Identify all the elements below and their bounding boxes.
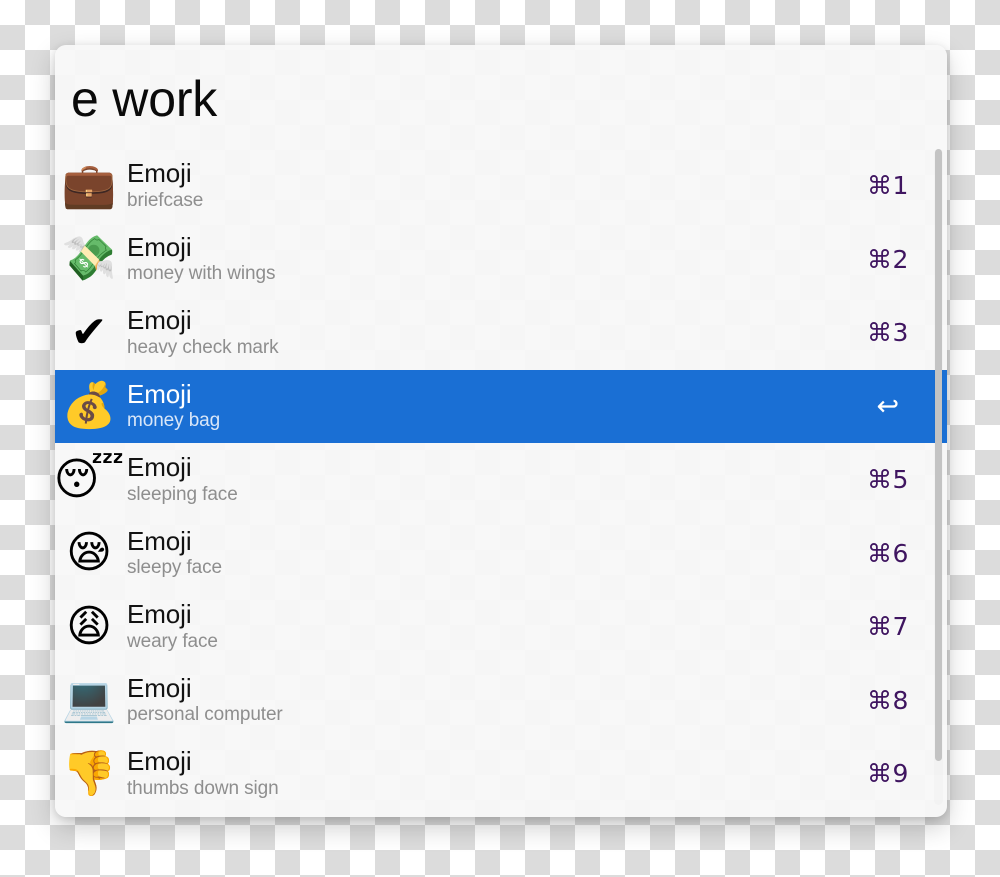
result-row[interactable]: 💸 Emoji money with wings ⌘2 — [55, 223, 947, 297]
briefcase-emoji: 💼 — [61, 159, 117, 211]
result-title: Emoji — [127, 305, 192, 336]
result-row[interactable]: 😴 Emoji sleeping face ⌘5 — [55, 443, 947, 517]
query-input[interactable]: e work — [71, 74, 217, 124]
scrollbar-track[interactable] — [934, 149, 943, 805]
result-title: Emoji — [127, 378, 192, 409]
sleeping-face-emoji: 😴 — [55, 453, 125, 505]
result-title: Emoji — [127, 525, 192, 556]
command-shortcut-hint: ⌘8 — [867, 685, 909, 715]
result-subtitle: sleeping face — [127, 483, 238, 505]
heavy-check-mark-emoji: ✔ — [70, 306, 108, 358]
money-with-wings-emoji: 💸 — [61, 233, 117, 285]
result-text: Emoji money bag — [115, 380, 829, 433]
command-shortcut-hint: ⌘2 — [867, 244, 909, 274]
result-row[interactable]: 😩 Emoji weary face ⌘7 — [55, 590, 947, 664]
result-subtitle: money bag — [127, 410, 221, 432]
result-subtitle: weary face — [127, 630, 218, 652]
result-title: Emoji — [127, 231, 192, 262]
command-shortcut-hint: ⌘9 — [867, 759, 909, 789]
money-bag-emoji: 💰 — [61, 380, 117, 432]
sleepy-face-emoji: 😪 — [66, 527, 112, 579]
command-shortcut-hint: ⌘1 — [867, 171, 909, 201]
result-subtitle: thumbs down sign — [127, 777, 279, 799]
command-shortcut-hint: ⌘3 — [867, 318, 909, 348]
result-text: Emoji personal computer — [115, 674, 829, 727]
thumbs-down-sign-emoji: 👎 — [61, 747, 117, 799]
scrollbar-thumb[interactable] — [935, 149, 942, 761]
result-subtitle: sleepy face — [127, 557, 223, 579]
results-list: 💼 Emoji briefcase ⌘1 💸 Emoji money with wings ⌘… — [55, 149, 947, 817]
result-title: Emoji — [127, 599, 192, 630]
result-title: Emoji — [127, 452, 192, 483]
result-text: Emoji heavy check mark — [115, 306, 829, 359]
result-subtitle: heavy check mark — [127, 336, 279, 358]
result-row[interactable]: 💻 Emoji personal computer ⌘8 — [55, 664, 947, 738]
result-title: Emoji — [127, 672, 192, 703]
return-key-hint: ↩ — [876, 390, 900, 422]
result-text: Emoji sleeping face — [115, 453, 829, 506]
result-row[interactable]: 💰 Emoji money bag ↩ — [55, 369, 947, 443]
result-title: Emoji — [127, 746, 192, 777]
result-text: Emoji money with wings — [115, 233, 829, 286]
result-subtitle: money with wings — [127, 263, 276, 285]
result-subtitle: briefcase — [127, 189, 204, 211]
result-row[interactable]: ✔ Emoji heavy check mark ⌘3 — [55, 296, 947, 370]
command-shortcut-hint: ⌘5 — [867, 465, 909, 495]
result-text: Emoji weary face — [115, 600, 829, 653]
personal-computer-emoji: 💻 — [61, 674, 117, 726]
result-row[interactable]: 💼 Emoji briefcase ⌘1 — [55, 149, 947, 223]
command-shortcut-hint: ⌘7 — [867, 612, 909, 642]
launcher-panel: e work 💼 Emoji briefcase ⌘1 💸 Emoji money with… — [55, 45, 947, 817]
result-row[interactable]: 😪 Emoji sleepy face ⌘6 — [55, 517, 947, 591]
result-subtitle: personal computer — [127, 704, 283, 726]
weary-face-emoji: 😩 — [66, 600, 112, 652]
result-text: Emoji thumbs down sign — [115, 747, 829, 800]
result-row[interactable]: 👎 Emoji thumbs down sign ⌘9 — [55, 737, 947, 811]
command-shortcut-hint: ⌘6 — [867, 538, 909, 568]
query-row[interactable]: e work — [55, 45, 947, 149]
screen: e work 💼 Emoji briefcase ⌘1 💸 Emoji money with… — [0, 0, 1000, 877]
result-text: Emoji sleepy face — [115, 527, 829, 580]
result-text: Emoji briefcase — [115, 159, 829, 212]
result-title: Emoji — [127, 158, 192, 189]
